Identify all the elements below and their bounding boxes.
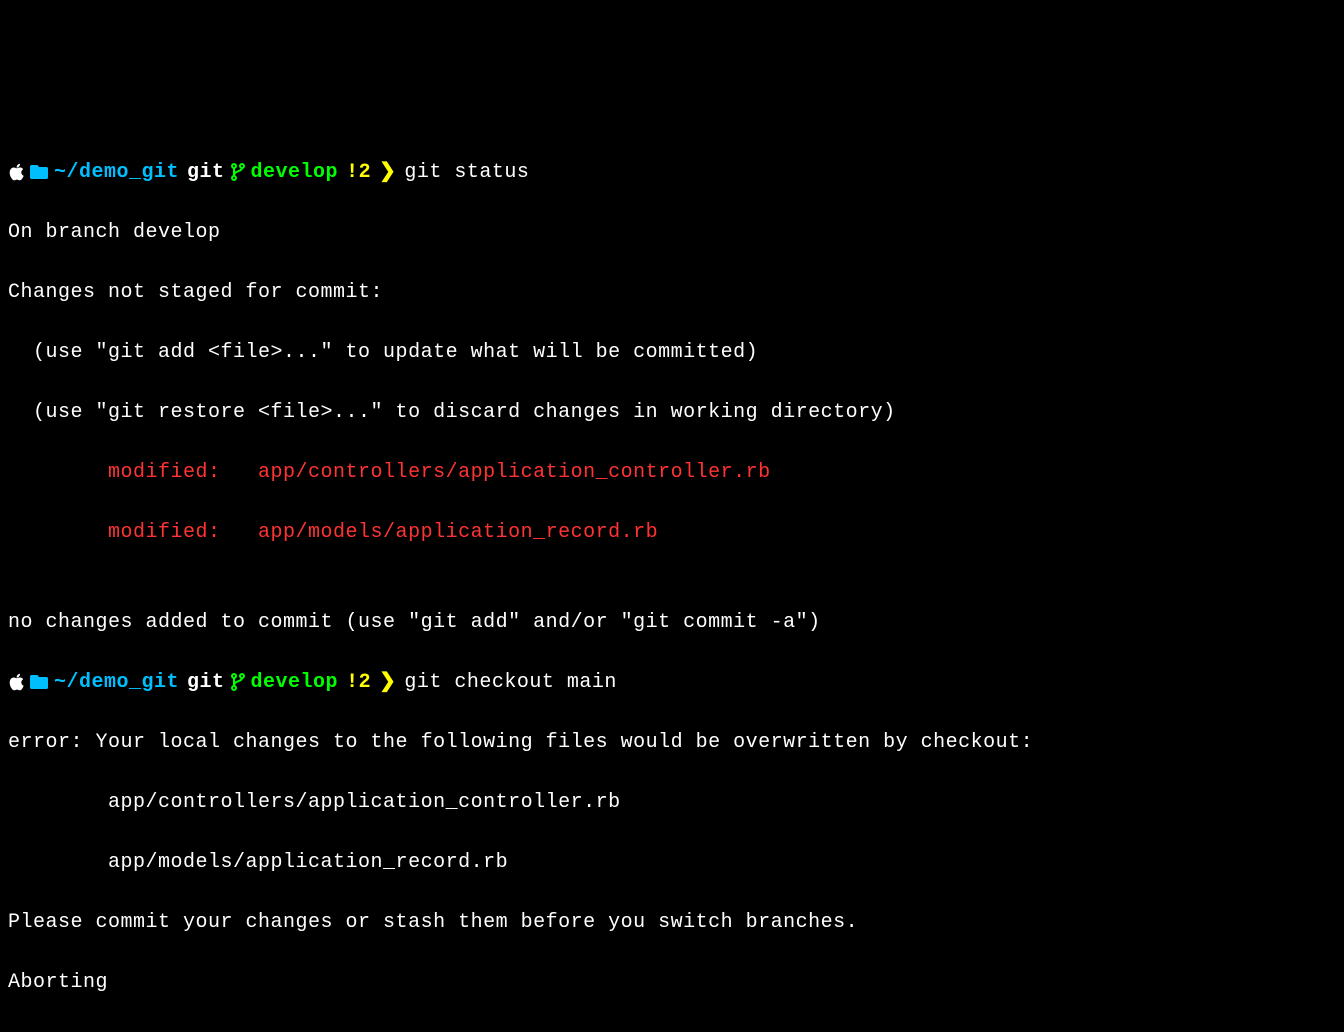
- output-line: no changes added to commit (use "git add…: [8, 608, 1336, 638]
- modified-file: modified: app/controllers/application_co…: [8, 458, 1336, 488]
- command-input[interactable]: git status: [404, 158, 529, 188]
- prompt-line-2[interactable]: ~/demo_git git develop!2 ❯ git checkout main: [8, 668, 1336, 698]
- output-line: (use "git add <file>..." to update what …: [8, 338, 1336, 368]
- terminal-output: ~/demo_gitgitdevelop!2❯git status On bra…: [8, 128, 1336, 1028]
- path-prefix: ~/: [54, 668, 79, 698]
- path-name: demo_git: [79, 158, 179, 188]
- path-prefix: ~/: [54, 158, 79, 188]
- branch-name: develop: [251, 158, 339, 188]
- git-label: git: [187, 668, 225, 698]
- output-line: (use "git restore <file>..." to discard …: [8, 398, 1336, 428]
- modified-file: modified: app/models/application_record.…: [8, 518, 1336, 548]
- apple-icon: [8, 158, 24, 188]
- output-line: Aborting: [8, 968, 1336, 998]
- prompt-arrow: ❯: [379, 668, 396, 698]
- branch-icon: [231, 158, 245, 188]
- output-line: On branch develop: [8, 218, 1336, 248]
- command-input[interactable]: git checkout main: [404, 668, 617, 698]
- apple-icon: [8, 668, 24, 698]
- path-name: demo_git: [79, 668, 179, 698]
- folder-icon: [30, 158, 48, 188]
- prompt-arrow: ❯: [379, 158, 396, 188]
- output-line: Changes not staged for commit:: [8, 278, 1336, 308]
- output-line: error: Your local changes to the followi…: [8, 728, 1336, 758]
- output-line: app/controllers/application_controller.r…: [8, 788, 1336, 818]
- output-line: app/models/application_record.rb: [8, 848, 1336, 878]
- folder-icon: [30, 668, 48, 698]
- branch-icon: [231, 668, 245, 698]
- modified-count: !2: [346, 158, 371, 188]
- modified-count: !2: [346, 668, 371, 698]
- output-line: Please commit your changes or stash them…: [8, 908, 1336, 938]
- prompt-line-1[interactable]: ~/demo_git git develop!2 ❯ git status: [8, 158, 1336, 188]
- git-label: git: [187, 158, 225, 188]
- branch-name: develop: [251, 668, 339, 698]
